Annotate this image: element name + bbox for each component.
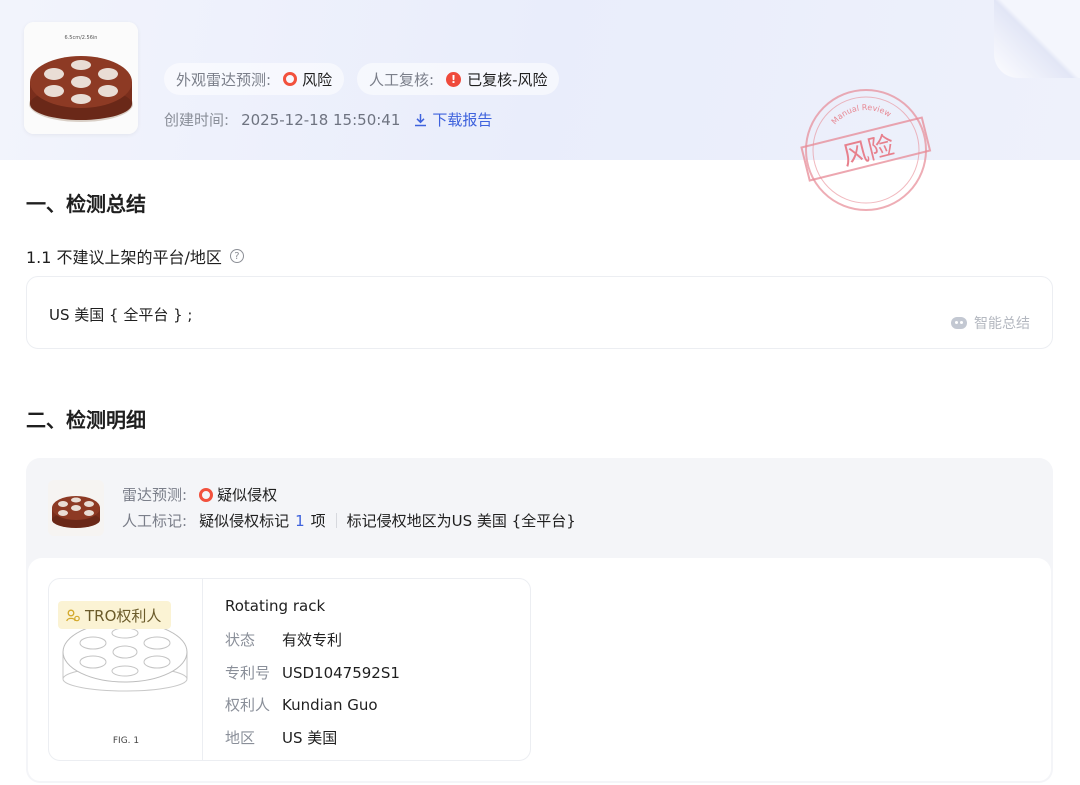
risk-ring-icon	[199, 487, 214, 502]
patent-owner-row: 权利人 Kundian Guo	[225, 694, 378, 715]
detail-manual-label: 人工标记:	[122, 512, 188, 530]
manual-mark-row: 人工标记: 疑似侵权标记 1 项 标记侵权地区为US 美国 {全平台}	[122, 510, 576, 531]
summary-box: US 美国 { 全平台 } ; 智能总结	[26, 276, 1053, 349]
figure-label: FIG. 1	[112, 736, 140, 746]
section-summary-title: 一、检测总结	[26, 192, 146, 216]
tro-owner-badge-label: TRO权利人	[85, 606, 162, 625]
not-recommended-subtitle-text: 1.1 不建议上架的平台/地区	[26, 248, 222, 267]
download-report-label: 下载报告	[432, 111, 493, 129]
region-note: 标记侵权地区为US 美国 {全平台}	[346, 512, 576, 530]
thumb-caption: 6.5cm/2.56in	[65, 35, 98, 41]
radar-prediction-row: 雷达预测: 疑似侵权	[122, 484, 277, 505]
robot-icon	[951, 317, 967, 329]
patent-owner-label: 权利人	[225, 696, 271, 714]
svg-text:Manual Review: Manual Review	[828, 99, 894, 127]
detail-product-thumbnail[interactable]	[48, 480, 104, 536]
patent-region-label: 地区	[225, 729, 256, 747]
tro-owner-badge: TRO权利人	[58, 601, 172, 629]
download-icon	[415, 113, 427, 126]
radar-prediction-label: 外观雷达预测:	[176, 70, 272, 89]
patent-title: Rotating rack	[225, 597, 326, 615]
stamp-arc-text: Manual Review	[828, 99, 894, 127]
manual-review-risk-stamp: 风险 Manual Review	[800, 89, 932, 211]
patent-drawing[interactable]: TRO权利人 FIG. 1	[49, 579, 203, 760]
patent-status-row: 状态 有效专利	[225, 629, 342, 650]
manual-review-pill: 人工复核: ! 已复核-风险	[357, 63, 560, 95]
detail-radar-value: 疑似侵权	[217, 486, 278, 504]
not-recommended-subtitle: 1.1 不建议上架的平台/地区 ?	[26, 244, 244, 268]
created-time-label: 创建时间:	[164, 111, 230, 129]
help-icon[interactable]: ?	[229, 249, 244, 263]
patent-card[interactable]: TRO权利人 FIG. 1 Rotating rack 状态 有效专利 专利号 US…	[48, 578, 531, 761]
summary-text: US 美国 { 全平台 } ;	[49, 306, 193, 324]
radar-prediction-value: 风险	[302, 70, 333, 89]
patent-number-value: USD1047592S1	[282, 664, 400, 682]
page-fold-decoration	[994, 0, 1080, 78]
patent-owner-value: Kundian Guo	[282, 696, 378, 714]
user-group-icon	[66, 609, 80, 621]
created-time-value: 2025-12-18 15:50:41	[241, 110, 401, 129]
patent-status-label: 状态	[225, 631, 256, 649]
patent-number-row: 专利号 USD1047592S1	[225, 662, 400, 683]
patent-region-row: 地区 US 美国	[225, 727, 337, 748]
smart-summary-button[interactable]: 智能总结	[951, 313, 1030, 333]
divider	[335, 513, 337, 528]
detection-detail-card: 雷达预测: 疑似侵权 人工标记: 疑似侵权标记 1 项 标记侵权地区为US 美国…	[26, 458, 1053, 783]
manual-mark-count: 1	[295, 511, 305, 530]
download-report-link[interactable]: 下载报告	[414, 109, 492, 130]
manual-mark-suffix: 项	[310, 512, 326, 530]
manual-review-value: 已复核-风险	[467, 70, 548, 89]
patent-status-value: 有效专利	[282, 631, 343, 649]
created-time-row: 创建时间: 2025-12-18 15:50:41 下载报告	[164, 109, 492, 130]
product-thumbnail[interactable]: 6.5cm/2.56in	[24, 22, 138, 134]
section-detail-title: 二、检测明细	[26, 408, 146, 432]
manual-mark-prefix: 疑似侵权标记	[199, 512, 290, 530]
manual-review-label: 人工复核:	[369, 70, 435, 89]
alert-icon: !	[446, 71, 462, 87]
radar-prediction-pill: 外观雷达预测: 风险	[164, 63, 345, 95]
patent-number-label: 专利号	[225, 664, 271, 682]
smart-summary-label: 智能总结	[974, 316, 1030, 332]
risk-ring-icon	[283, 72, 298, 86]
patent-region-value: US 美国	[282, 729, 338, 747]
patent-list-panel: TRO权利人 FIG. 1 Rotating rack 状态 有效专利 专利号 US…	[28, 558, 1051, 781]
detail-radar-label: 雷达预测:	[122, 486, 188, 504]
